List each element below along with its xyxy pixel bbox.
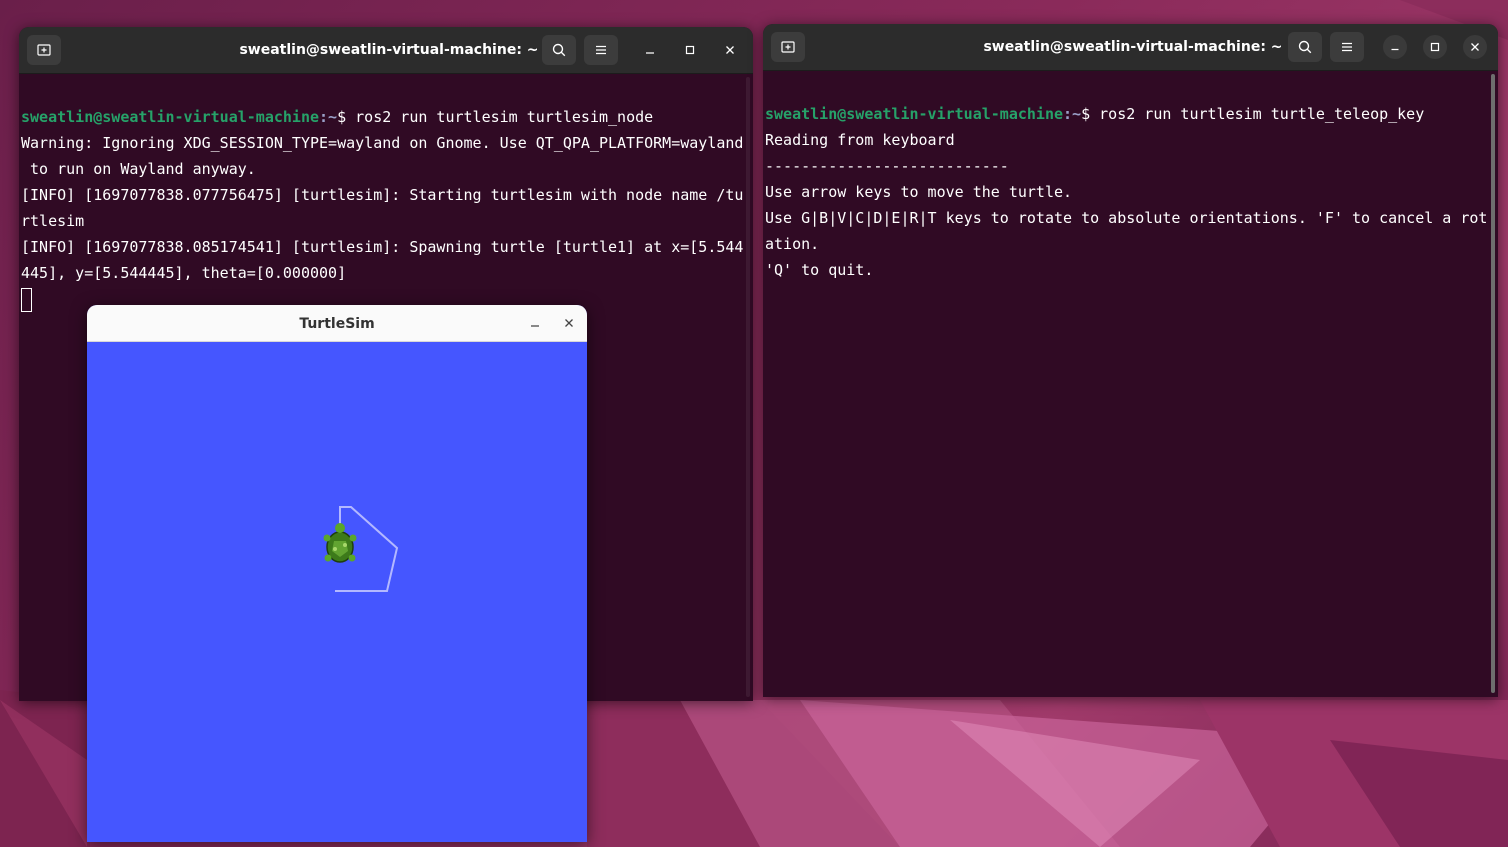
- menu-button[interactable]: [584, 35, 618, 65]
- prompt-user: sweatlin@sweatlin-virtual-machine: [21, 108, 320, 126]
- output-line: Reading from keyboard: [765, 131, 955, 149]
- close-button[interactable]: [559, 313, 579, 333]
- search-icon: [1298, 40, 1312, 54]
- output-line: Use G|B|V|C|D|E|R|T keys to rotate to ab…: [765, 209, 1488, 227]
- output-line: 'Q' to quit.: [765, 261, 874, 279]
- maximize-icon: [685, 45, 695, 55]
- new-tab-icon: [37, 44, 51, 56]
- right-terminal-header[interactable]: sweatlin@sweatlin-virtual-machine: ~: [763, 24, 1498, 71]
- prompt-user: sweatlin@sweatlin-virtual-machine: [765, 105, 1064, 123]
- right-terminal-window[interactable]: sweatlin@sweatlin-virtual-machine: ~ swe…: [763, 24, 1498, 697]
- minimize-button[interactable]: [1383, 35, 1407, 59]
- turtlesim-window[interactable]: TurtleSim: [87, 305, 587, 842]
- output-line: ation.: [765, 235, 820, 253]
- output-line: rtlesim: [21, 212, 85, 230]
- maximize-button[interactable]: [1423, 35, 1447, 59]
- prompt-path: :~: [1063, 105, 1082, 123]
- command-text: ros2 run turtlesim turtle_teleop_key: [1099, 105, 1425, 123]
- output-line: ---------------------------: [765, 157, 1009, 175]
- menu-button[interactable]: [1330, 32, 1364, 62]
- output-line: 445], y=[5.544445], theta=[0.000000]: [21, 264, 347, 282]
- close-icon: [726, 46, 734, 54]
- minimize-icon: [646, 52, 654, 54]
- prompt-symbol: $: [337, 108, 356, 126]
- close-button[interactable]: [1463, 35, 1487, 59]
- turtlesim-header[interactable]: TurtleSim: [87, 305, 587, 342]
- maximize-button[interactable]: [678, 38, 702, 62]
- new-tab-button[interactable]: [27, 35, 61, 65]
- turtle-sprite: [323, 523, 357, 563]
- command-text: ros2 run turtlesim turtlesim_node: [355, 108, 654, 126]
- search-button[interactable]: [542, 35, 576, 65]
- turtlesim-canvas: [323, 506, 399, 592]
- hamburger-menu-icon: [1342, 42, 1352, 52]
- minimize-icon: [531, 325, 539, 327]
- scrollbar[interactable]: [1491, 74, 1495, 693]
- prompt-symbol: $: [1081, 105, 1100, 123]
- output-line: Warning: Ignoring XDG_SESSION_TYPE=wayla…: [21, 134, 744, 152]
- minimize-icon: [1391, 48, 1399, 51]
- maximize-icon: [1430, 42, 1440, 52]
- close-icon: [565, 319, 573, 327]
- hamburger-menu-icon: [596, 45, 606, 55]
- text-cursor: [21, 287, 32, 312]
- close-icon: [1471, 43, 1479, 51]
- output-line: [INFO] [1697077838.077756475] [turtlesim…: [21, 186, 744, 204]
- terminal-output[interactable]: sweatlin@sweatlin-virtual-machine:~$ ros…: [765, 75, 1488, 335]
- minimize-button[interactable]: [638, 38, 662, 62]
- prompt-line: sweatlin@sweatlin-virtual-machine:~$ ros…: [765, 101, 1486, 127]
- left-terminal-header[interactable]: sweatlin@sweatlin-virtual-machine: ~: [19, 27, 753, 74]
- new-tab-button[interactable]: [771, 32, 805, 62]
- window-title: sweatlin@sweatlin-virtual-machine: ~: [983, 39, 1283, 55]
- output-line: to run on Wayland anyway.: [21, 160, 256, 178]
- new-tab-icon: [781, 41, 795, 53]
- close-button[interactable]: [718, 38, 742, 62]
- minimize-button[interactable]: [525, 313, 545, 333]
- prompt-line: sweatlin@sweatlin-virtual-machine:~$ ros…: [21, 104, 741, 130]
- prompt-path: :~: [319, 108, 338, 126]
- window-title: TurtleSim: [299, 316, 375, 332]
- output-line: Use arrow keys to move the turtle.: [765, 183, 1073, 201]
- search-button[interactable]: [1288, 32, 1322, 62]
- search-icon: [552, 43, 566, 57]
- window-title: sweatlin@sweatlin-virtual-machine: ~: [239, 42, 539, 58]
- scrollbar[interactable]: [746, 77, 750, 697]
- output-line: [INFO] [1697077838.085174541] [turtlesim…: [21, 238, 744, 256]
